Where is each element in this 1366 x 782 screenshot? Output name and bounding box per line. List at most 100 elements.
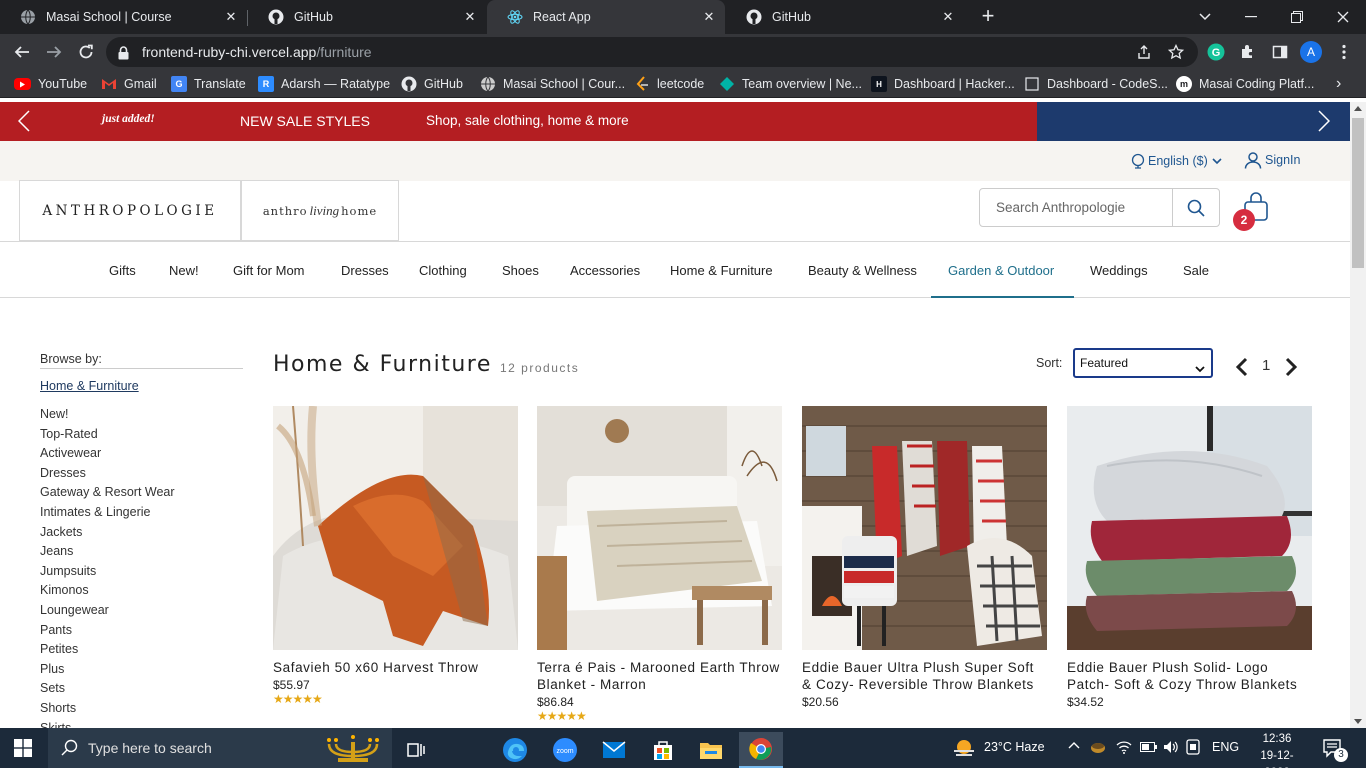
- product-image[interactable]: [802, 406, 1047, 650]
- edge-icon[interactable]: [493, 732, 537, 768]
- bookmarks-overflow-icon[interactable]: ›: [1336, 75, 1341, 93]
- promo-headline[interactable]: NEW SALE STYLES: [240, 113, 370, 129]
- file-explorer-icon[interactable]: [689, 732, 733, 768]
- sidebar-item-petites[interactable]: Petites: [40, 640, 175, 660]
- search-input[interactable]: [980, 189, 1172, 226]
- bookmark-youtube[interactable]: YouTube: [14, 75, 87, 93]
- chevron-right-icon[interactable]: [1318, 110, 1331, 138]
- sidebar-item-dresses[interactable]: Dresses: [40, 464, 175, 484]
- sidebar-item-kimonos[interactable]: Kimonos: [40, 581, 175, 601]
- nav-new[interactable]: New!: [169, 263, 199, 278]
- volume-icon[interactable]: [1163, 740, 1179, 757]
- nav-clothing[interactable]: Clothing: [419, 263, 467, 278]
- close-tab-icon[interactable]: ✕: [462, 9, 478, 25]
- forward-button[interactable]: [40, 38, 68, 66]
- bookmark-masai-coding[interactable]: m Masai Coding Platf...: [1176, 75, 1314, 93]
- product-name[interactable]: Safavieh 50 x60 Harvest Throw: [273, 659, 518, 676]
- system-clock[interactable]: 12:36 19-12-2022: [1248, 731, 1306, 782]
- nav-dresses[interactable]: Dresses: [341, 263, 389, 278]
- bookmark-star-icon[interactable]: [1167, 43, 1185, 60]
- close-window-button[interactable]: [1320, 0, 1366, 34]
- tab-github-1[interactable]: GitHub ✕: [248, 0, 486, 34]
- tab-react-app[interactable]: React App ✕: [487, 0, 725, 34]
- anthropologie-logo[interactable]: ANTHROPOLOGIE: [19, 180, 241, 241]
- sidebar-current-category[interactable]: Home & Furniture: [40, 379, 139, 393]
- promo-banner[interactable]: just added! NEW SALE STYLES Shop, sale c…: [0, 102, 1350, 141]
- product-card[interactable]: Safavieh 50 x60 Harvest Throw $55.97 ★★★…: [273, 406, 518, 705]
- weather-text[interactable]: 23°C Haze: [984, 740, 1045, 754]
- windows-start-icon[interactable]: [14, 739, 32, 761]
- sidebar-item-jackets[interactable]: Jackets: [40, 523, 175, 543]
- profile-avatar[interactable]: A: [1300, 41, 1322, 63]
- search-button[interactable]: [1173, 189, 1219, 226]
- tab-github-2[interactable]: GitHub ✕: [726, 0, 964, 34]
- store-icon[interactable]: [641, 732, 685, 768]
- bookmark-hackerrank[interactable]: H Dashboard | Hacker...: [871, 75, 1015, 93]
- sidebar-item-sets[interactable]: Sets: [40, 679, 175, 699]
- bookmark-leetcode[interactable]: leetcode: [634, 75, 704, 93]
- product-card[interactable]: Eddie Bauer Plush Solid- Logo Patch- Sof…: [1067, 406, 1312, 709]
- taskbar-search[interactable]: Type here to search: [48, 728, 392, 768]
- nav-garden-outdoor[interactable]: Garden & Outdoor: [948, 263, 1054, 278]
- next-page-button[interactable]: [1285, 357, 1299, 381]
- bookmark-translate[interactable]: G Translate: [171, 75, 246, 93]
- sort-select[interactable]: Featured: [1073, 348, 1213, 378]
- nav-weddings[interactable]: Weddings: [1090, 263, 1148, 278]
- grammarly-icon[interactable]: G: [1206, 42, 1226, 62]
- tray-app-icon[interactable]: [1090, 739, 1106, 758]
- side-panel-icon[interactable]: [1270, 42, 1290, 62]
- close-tab-icon[interactable]: ✕: [223, 9, 239, 25]
- sidebar-item-activewear[interactable]: Activewear: [40, 444, 175, 464]
- sidebar-item-gateway-resort[interactable]: Gateway & Resort Wear: [40, 483, 175, 503]
- nav-gift-for-mom[interactable]: Gift for Mom: [233, 263, 305, 278]
- cart-count-badge[interactable]: 2: [1233, 209, 1255, 231]
- sidebar-item-top-rated[interactable]: Top-Rated: [40, 425, 175, 445]
- close-tab-icon[interactable]: ✕: [701, 9, 717, 25]
- product-image[interactable]: [273, 406, 518, 650]
- chrome-icon[interactable]: [739, 732, 783, 768]
- battery-icon[interactable]: [1140, 741, 1158, 756]
- new-tab-button[interactable]: +: [976, 5, 1000, 29]
- back-button[interactable]: [8, 38, 36, 66]
- sidebar-item-pants[interactable]: Pants: [40, 621, 175, 641]
- lock-icon[interactable]: [118, 45, 129, 64]
- nav-home-furniture[interactable]: Home & Furniture: [670, 263, 773, 278]
- sidebar-item-shorts[interactable]: Shorts: [40, 699, 175, 719]
- prev-page-button[interactable]: [1234, 357, 1248, 381]
- sidebar-item-new[interactable]: New!: [40, 405, 175, 425]
- desktop-toggle-icon[interactable]: [1186, 739, 1200, 758]
- share-icon[interactable]: [1136, 44, 1152, 60]
- wifi-icon[interactable]: [1116, 740, 1132, 757]
- sidebar-item-loungewear[interactable]: Loungewear: [40, 601, 175, 621]
- mail-icon[interactable]: [592, 732, 636, 768]
- bookmark-team-overview[interactable]: Team overview | Ne...: [719, 75, 862, 93]
- zoom-icon[interactable]: zoom: [543, 732, 587, 768]
- product-name[interactable]: Eddie Bauer Plush Solid- Logo Patch- Sof…: [1067, 659, 1312, 693]
- product-name[interactable]: Eddie Bauer Ultra Plush Super Soft & Coz…: [802, 659, 1047, 693]
- language-selector[interactable]: English ($): [1130, 153, 1222, 169]
- extensions-puzzle-icon[interactable]: [1238, 42, 1258, 62]
- product-name[interactable]: Terra é Pais - Marooned Earth Throw Blan…: [537, 659, 782, 693]
- page-scrollbar[interactable]: [1350, 102, 1366, 728]
- sidebar-item-intimates[interactable]: Intimates & Lingerie: [40, 503, 175, 523]
- kebab-menu-icon[interactable]: [1334, 42, 1354, 62]
- show-hidden-icons[interactable]: [1068, 738, 1080, 752]
- bookmark-masai-school[interactable]: Masai School | Cour...: [480, 75, 625, 93]
- bookmark-ratatype[interactable]: R Adarsh — Ratatype: [258, 75, 390, 93]
- task-view-icon[interactable]: [395, 732, 439, 768]
- signin-link[interactable]: SignIn: [1244, 151, 1300, 169]
- sidebar-item-jeans[interactable]: Jeans: [40, 542, 175, 562]
- sidebar-item-skirts[interactable]: Skirts: [40, 719, 175, 729]
- weather-icon[interactable]: [952, 737, 976, 763]
- bookmark-github[interactable]: GitHub: [401, 75, 463, 93]
- language-indicator[interactable]: ENG: [1212, 740, 1239, 754]
- chevron-left-icon[interactable]: [17, 110, 30, 138]
- product-image[interactable]: [537, 406, 782, 650]
- nav-beauty-wellness[interactable]: Beauty & Wellness: [808, 263, 917, 278]
- nav-gifts[interactable]: Gifts: [109, 263, 136, 278]
- minimize-button[interactable]: [1228, 0, 1274, 34]
- reload-button[interactable]: [72, 38, 100, 66]
- bookmark-codesignal[interactable]: Dashboard - CodeS...: [1024, 75, 1168, 93]
- sidebar-item-jumpsuits[interactable]: Jumpsuits: [40, 562, 175, 582]
- product-card[interactable]: Terra é Pais - Marooned Earth Throw Blan…: [537, 406, 782, 722]
